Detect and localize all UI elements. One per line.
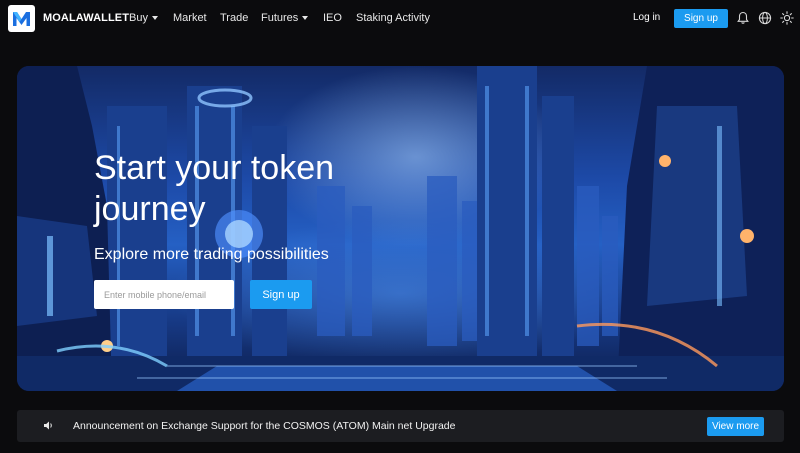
nav-item-buy[interactable]: Buy (129, 12, 158, 24)
bell-icon[interactable] (736, 11, 750, 25)
sun-icon[interactable] (780, 11, 794, 25)
nav-item-market-label: Market (173, 12, 207, 24)
nav-item-staking-activity[interactable]: Staking Activity (356, 12, 430, 24)
nav-item-trade-label: Trade (220, 12, 249, 24)
nav-item-trade[interactable]: Trade (220, 12, 248, 24)
brand-logo[interactable] (8, 5, 35, 32)
nav-item-ieo-label: IEO (323, 12, 342, 24)
view-more-button[interactable]: View more (707, 417, 764, 436)
chevron-down-icon (151, 16, 158, 20)
nav-item-staking-label: Staking Activity (356, 12, 430, 24)
signup-button-header[interactable]: Sign up (674, 9, 728, 28)
hero-banner: Start your token journey Explore more tr… (17, 66, 784, 391)
globe-icon[interactable] (758, 11, 772, 25)
logo-icon (13, 12, 30, 26)
chevron-down-icon (302, 16, 309, 20)
brand-name[interactable]: MOALAWALLET (43, 12, 129, 24)
nav-item-buy-label: Buy (129, 12, 148, 24)
speaker-icon (44, 421, 52, 430)
announcement-text[interactable]: Announcement on Exchange Support for the… (73, 420, 455, 432)
top-nav: MOALAWALLET Buy Market Trade Futures IEO… (0, 0, 800, 37)
hero-signup-button[interactable]: Sign up (250, 280, 312, 309)
announcement-bar: Announcement on Exchange Support for the… (17, 410, 784, 442)
nav-item-futures-label: Futures (261, 12, 299, 24)
login-link[interactable]: Log in (633, 12, 660, 23)
nav-item-ieo[interactable]: IEO (323, 12, 342, 24)
nav-item-market[interactable]: Market (173, 12, 207, 24)
hero-subtitle: Explore more trading possibilities (94, 246, 329, 263)
phone-email-input[interactable] (94, 280, 234, 309)
nav-item-futures[interactable]: Futures (261, 12, 309, 24)
hero-title: Start your token journey (94, 149, 335, 228)
